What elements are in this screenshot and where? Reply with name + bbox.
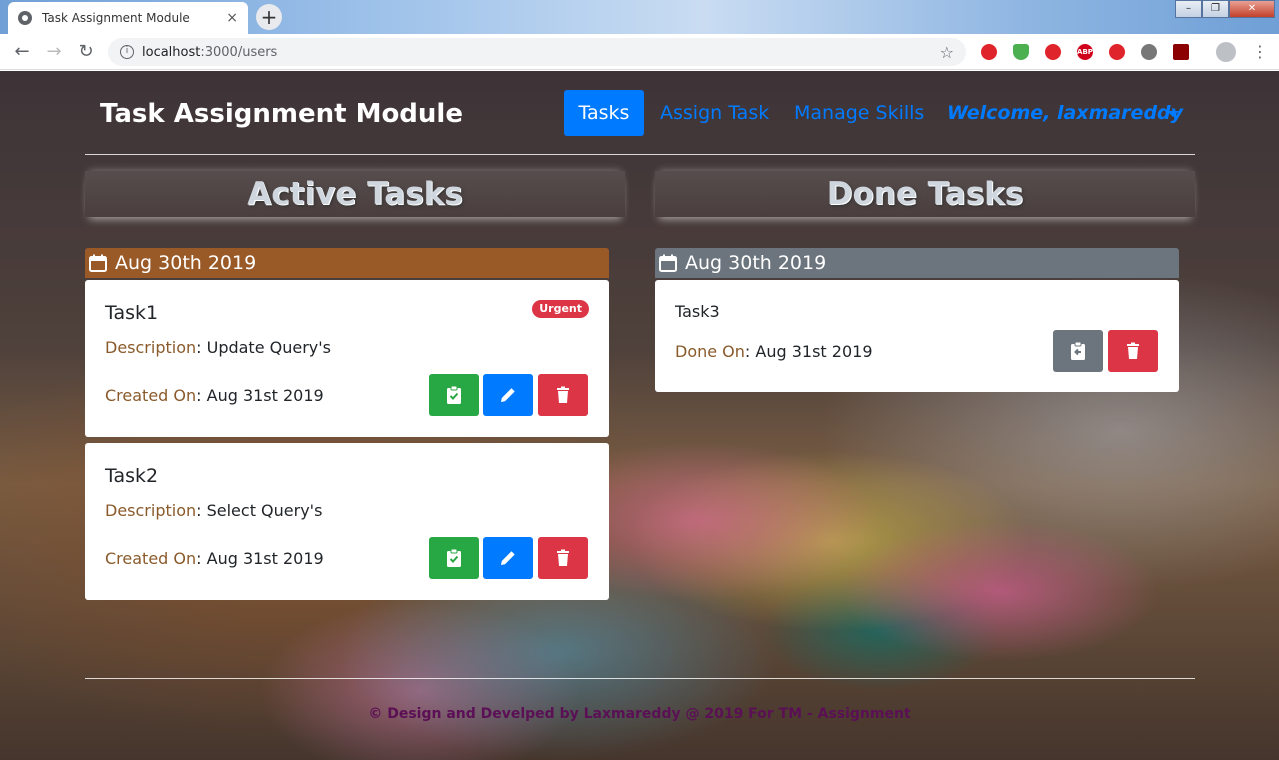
reload-icon[interactable]: ↻ xyxy=(74,40,98,64)
done-task-card: Task3 Done On: Aug 31st 2019 xyxy=(655,280,1179,392)
tab-title: Task Assignment Module xyxy=(42,11,190,25)
done-date-bar: Aug 30th 2019 xyxy=(655,248,1179,278)
nav-tasks[interactable]: Tasks xyxy=(564,90,644,136)
back-icon[interactable]: ← xyxy=(10,40,34,64)
chevron-down-icon[interactable] xyxy=(1167,111,1179,117)
clipboard-check-icon xyxy=(447,548,461,567)
window-controls: – ❐ ✕ xyxy=(1175,0,1275,18)
footer-text: © Design and Develped by Laxmareddy @ 20… xyxy=(368,706,911,722)
clipboard-return-icon xyxy=(1071,341,1085,360)
extension-red-icon[interactable] xyxy=(981,44,997,60)
task-description: Description: Update Query's xyxy=(105,338,331,357)
forward-icon[interactable]: → xyxy=(42,40,66,64)
info-icon[interactable]: i xyxy=(120,45,134,59)
browser-title-bar: Task Assignment Module × + – ❐ ✕ xyxy=(0,0,1279,34)
profile-avatar[interactable] xyxy=(1216,42,1236,62)
nav-manage-skills[interactable]: Manage Skills xyxy=(794,102,924,124)
done-tasks-heading: Done Tasks xyxy=(655,171,1195,217)
task-description: Description: Select Query's xyxy=(105,501,323,520)
restore-button[interactable]: ❐ xyxy=(1202,0,1229,18)
divider xyxy=(85,678,1195,679)
divider xyxy=(85,154,1195,155)
pencil-icon xyxy=(501,388,515,402)
new-tab-button[interactable]: + xyxy=(256,4,282,30)
complete-task-button[interactable] xyxy=(429,537,479,579)
extension-stop-icon[interactable] xyxy=(1045,44,1061,60)
page-content: Task Assignment Module Tasks Assign Task… xyxy=(0,71,1279,760)
user-menu[interactable]: Welcome, laxmareddy xyxy=(947,102,1183,124)
shield-icon[interactable] xyxy=(1013,44,1029,60)
pdf-icon[interactable] xyxy=(1173,44,1189,60)
clipboard-check-icon xyxy=(447,385,461,404)
delete-task-button[interactable] xyxy=(1108,330,1158,372)
task-card: Task1 Urgent Description: Update Query's… xyxy=(85,280,609,437)
task-created-on: Created On: Aug 31st 2019 xyxy=(105,386,324,405)
nav-assign-task[interactable]: Assign Task xyxy=(660,102,769,124)
trash-icon xyxy=(557,386,569,403)
adblock-icon[interactable]: ABP xyxy=(1077,44,1093,60)
address-bar[interactable]: i localhost:3000/users ☆ xyxy=(108,38,966,66)
done-date-text: Aug 30th 2019 xyxy=(685,252,827,274)
active-tasks-heading: Active Tasks xyxy=(85,171,625,217)
task-card: Task2 Description: Select Query's Create… xyxy=(85,443,609,600)
tab-close-icon[interactable]: × xyxy=(226,10,238,26)
task-created-on: Created On: Aug 31st 2019 xyxy=(105,549,324,568)
extension-hand-icon[interactable] xyxy=(1109,44,1125,60)
trash-icon xyxy=(1127,342,1139,359)
browser-menu-icon[interactable]: ⋮ xyxy=(1252,42,1268,62)
delete-task-button[interactable] xyxy=(538,374,588,416)
active-date-bar: Aug 30th 2019 xyxy=(85,248,609,278)
task-title: Task3 xyxy=(675,302,720,321)
active-date-text: Aug 30th 2019 xyxy=(115,252,257,274)
task-title: Task1 xyxy=(105,302,159,324)
browser-tab[interactable]: Task Assignment Module × xyxy=(8,2,248,34)
urgent-badge: Urgent xyxy=(532,300,589,318)
globe-icon xyxy=(18,11,32,25)
reopen-task-button[interactable] xyxy=(1053,330,1103,372)
calendar-icon xyxy=(89,254,107,272)
bookmark-star-icon[interactable]: ☆ xyxy=(940,43,954,62)
edit-task-button[interactable] xyxy=(483,537,533,579)
task-done-on: Done On: Aug 31st 2019 xyxy=(675,342,873,361)
browser-toolbar: ← → ↻ i localhost:3000/users ☆ ABP ⋮ xyxy=(0,34,1279,70)
extension-grey-icon[interactable] xyxy=(1141,44,1157,60)
calendar-icon xyxy=(659,254,677,272)
pencil-icon xyxy=(501,551,515,565)
window-close-button[interactable]: ✕ xyxy=(1229,0,1275,18)
url-text[interactable]: localhost:3000/users xyxy=(142,45,940,60)
delete-task-button[interactable] xyxy=(538,537,588,579)
navbar-brand[interactable]: Task Assignment Module xyxy=(100,99,463,129)
trash-icon xyxy=(557,549,569,566)
minimize-button[interactable]: – xyxy=(1175,0,1202,18)
task-title: Task2 xyxy=(105,465,159,487)
edit-task-button[interactable] xyxy=(483,374,533,416)
complete-task-button[interactable] xyxy=(429,374,479,416)
